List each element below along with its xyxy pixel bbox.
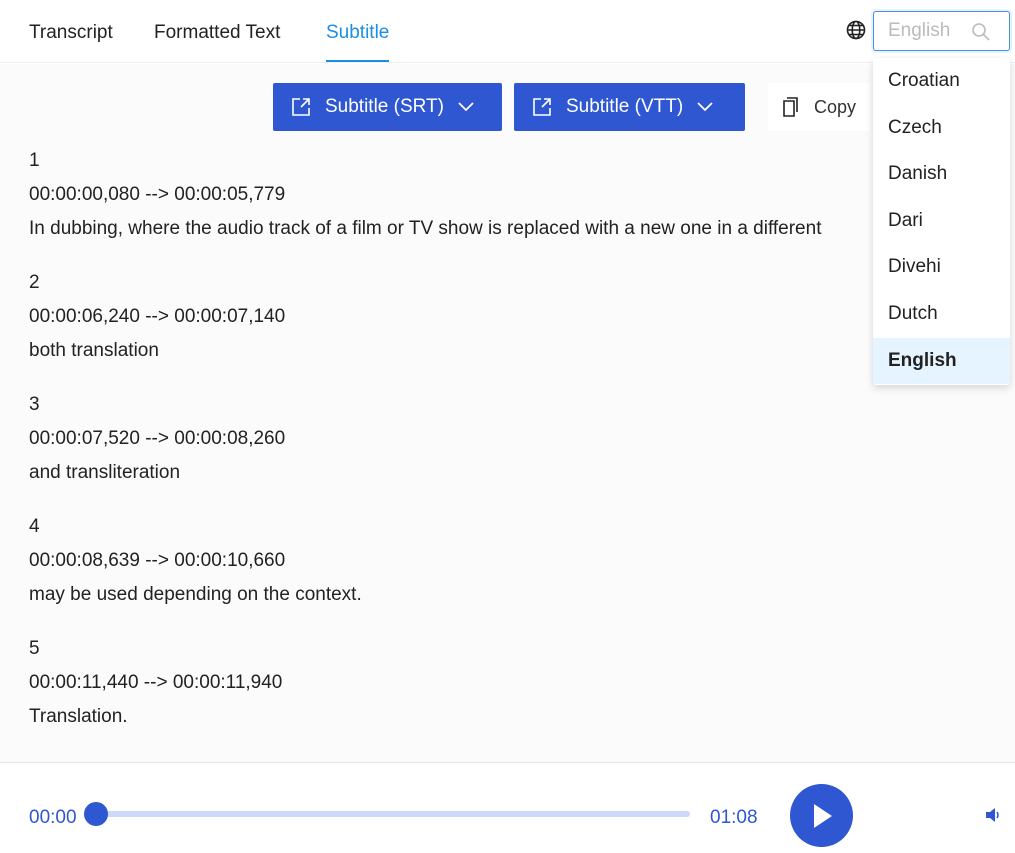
entry-text: In dubbing, where the audio track of a f… bbox=[29, 218, 822, 239]
entry-text: Translation. bbox=[29, 706, 128, 727]
entry-time: 00:00:08,639 --> 00:00:10,660 bbox=[29, 550, 286, 571]
copy-button[interactable]: Copy bbox=[768, 83, 871, 131]
subtitle-entry: 5 00:00:11,440 --> 00:00:11,940 Translatio… bbox=[29, 632, 821, 734]
entry-time: 00:00:07,520 --> 00:00:08,260 bbox=[29, 428, 286, 449]
entry-index: 5 bbox=[29, 638, 40, 659]
entry-index: 2 bbox=[29, 272, 40, 293]
tab-transcript[interactable]: Transcript bbox=[29, 22, 113, 44]
subtitle-entry: 4 00:00:08,639 --> 00:00:10,660 may be use… bbox=[29, 510, 821, 612]
entry-time: 00:00:00,080 --> 00:00:05,779 bbox=[29, 184, 286, 205]
subtitle-panel: Subtitle (SRT) Subtitle (VTT) Copy 1 00:0… bbox=[0, 64, 1015, 762]
download-vtt-button[interactable]: Subtitle (VTT) bbox=[514, 83, 745, 131]
play-button[interactable] bbox=[790, 784, 853, 847]
volume-icon[interactable] bbox=[985, 807, 1001, 823]
tab-bar: Transcript Formatted Text Subtitle bbox=[0, 0, 1015, 63]
language-dropdown: Croatian Czech Danish Dari Divehi Dutch Englis… bbox=[873, 58, 1010, 385]
seek-bar[interactable] bbox=[96, 811, 690, 817]
export-icon bbox=[533, 98, 551, 116]
language-option[interactable]: Croatian bbox=[873, 58, 1010, 105]
entry-text: and transliteration bbox=[29, 462, 181, 483]
language-option[interactable]: Danish bbox=[873, 151, 1010, 198]
entry-index: 6 bbox=[29, 754, 821, 762]
tab-subtitle[interactable]: Subtitle bbox=[326, 22, 390, 62]
entry-index: 4 bbox=[29, 516, 40, 537]
language-option[interactable]: Dutch bbox=[873, 291, 1010, 338]
language-option[interactable]: Dari bbox=[873, 198, 1010, 245]
chevron-down-icon bbox=[458, 102, 474, 112]
entry-time: 00:00:11,440 --> 00:00:11,940 bbox=[29, 672, 283, 693]
vtt-label: Subtitle (VTT) bbox=[566, 96, 684, 117]
play-icon bbox=[813, 803, 832, 828]
srt-label: Subtitle (SRT) bbox=[325, 96, 444, 117]
copy-icon bbox=[783, 97, 798, 117]
copy-label: Copy bbox=[814, 96, 857, 117]
seek-handle[interactable] bbox=[84, 802, 108, 826]
entry-text: may be used depending on the context. bbox=[29, 584, 362, 605]
chevron-down-icon bbox=[697, 102, 713, 112]
audio-player: 00:00 01:08 bbox=[0, 762, 1015, 853]
entry-index: 1 bbox=[29, 150, 40, 171]
language-search-input[interactable] bbox=[888, 20, 978, 42]
language-option[interactable]: English bbox=[873, 337, 1010, 385]
download-srt-button[interactable]: Subtitle (SRT) bbox=[273, 83, 502, 131]
subtitle-entry: 2 00:00:06,240 --> 00:00:07,140 both trans… bbox=[29, 266, 821, 368]
tab-formatted-text[interactable]: Formatted Text bbox=[154, 22, 280, 44]
language-search[interactable] bbox=[873, 11, 1010, 51]
language-option[interactable]: Divehi bbox=[873, 244, 1010, 291]
export-icon bbox=[292, 98, 310, 116]
globe-icon bbox=[846, 20, 866, 40]
subtitle-entry: 3 00:00:07,520 --> 00:00:08,260 and transl… bbox=[29, 388, 821, 490]
search-icon bbox=[972, 23, 990, 41]
language-option[interactable]: Czech bbox=[873, 105, 1010, 152]
subtitle-entry: 1 00:00:00,080 --> 00:00:05,779 In dubbing… bbox=[29, 144, 821, 246]
subtitle-list: 1 00:00:00,080 --> 00:00:05,779 In dubbing… bbox=[29, 144, 821, 762]
entry-index: 3 bbox=[29, 394, 40, 415]
duration: 01:08 bbox=[710, 807, 758, 828]
entry-text: both translation bbox=[29, 340, 159, 361]
entry-time: 00:00:06,240 --> 00:00:07,140 bbox=[29, 306, 286, 327]
subtitle-entry: 6 bbox=[29, 754, 821, 762]
current-time: 00:00 bbox=[29, 807, 77, 828]
